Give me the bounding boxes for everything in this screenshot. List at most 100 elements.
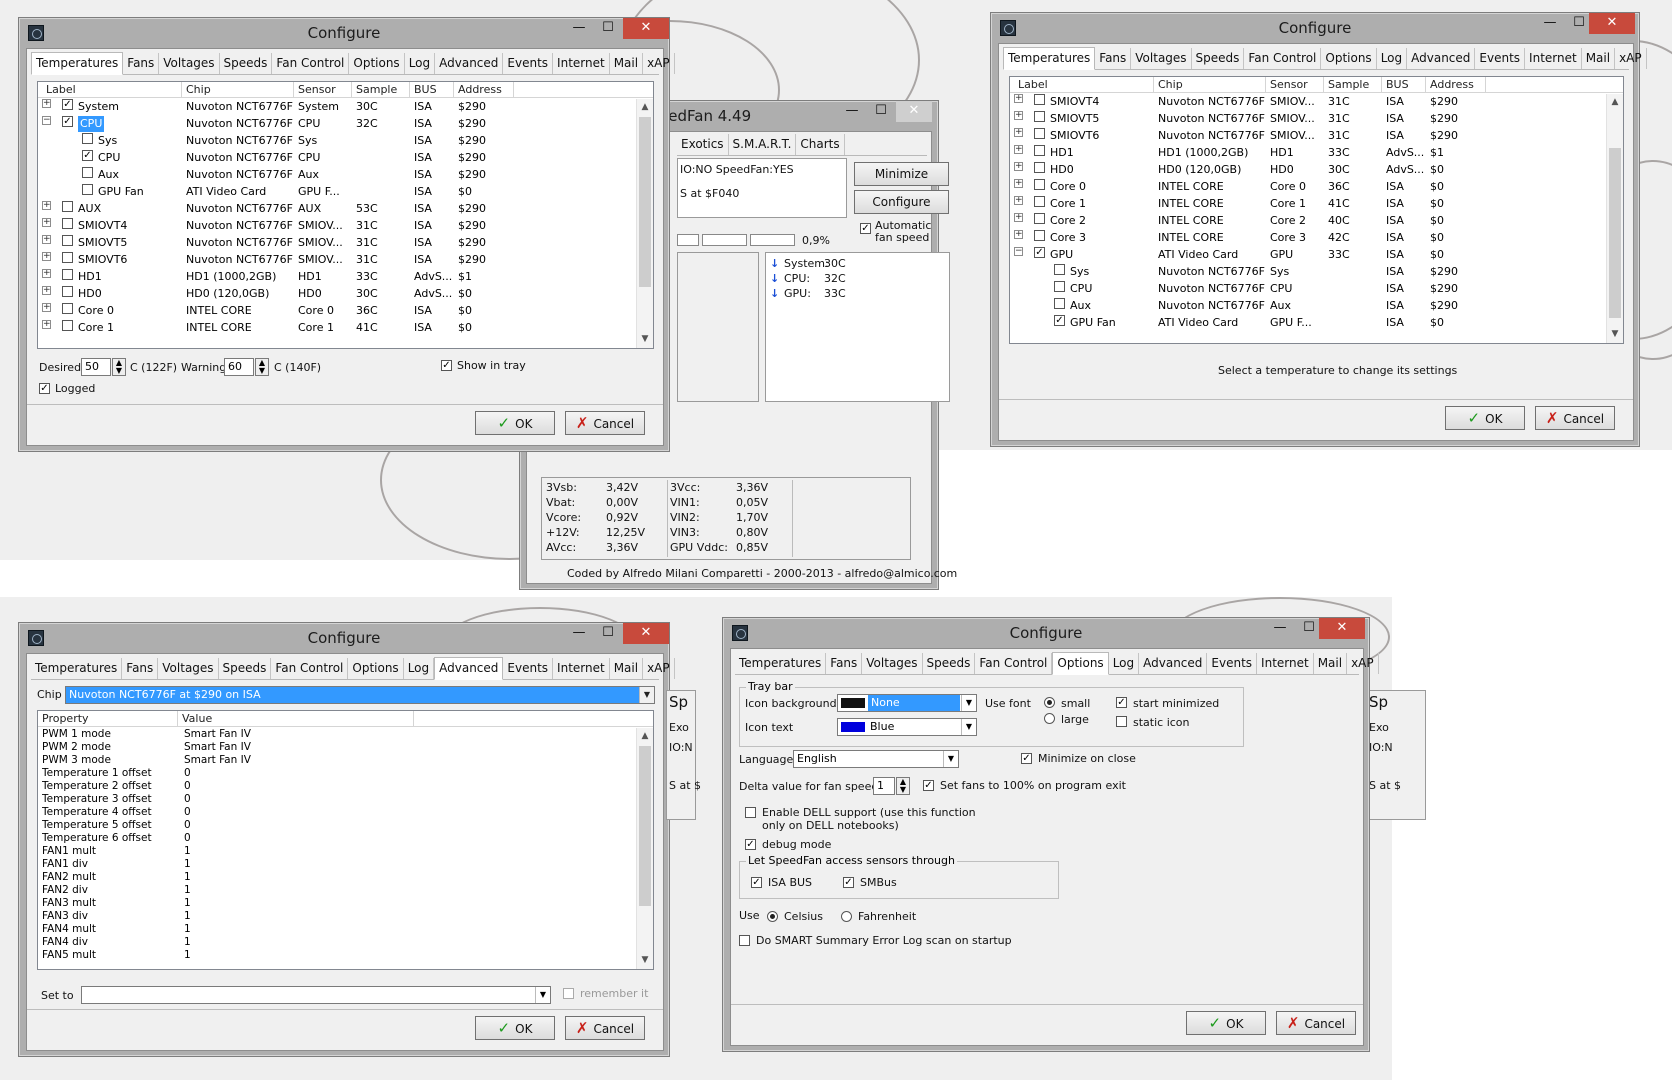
- dell-support-checkbox[interactable]: [745, 807, 756, 818]
- start-minimized-checkbox[interactable]: ✓: [1116, 697, 1127, 708]
- table-row[interactable]: + HD0 HD0 (120,0GB) HD0 30C AdvS... $0: [38, 286, 633, 303]
- maximize-window-button[interactable]: ☐: [1297, 618, 1321, 639]
- chip-select[interactable]: Nuvoton NCT6776F at $290 on ISA ▼: [65, 686, 655, 704]
- expand-toggle-icon[interactable]: +: [1014, 162, 1023, 171]
- table-row[interactable]: + SMIOVT4 Nuvoton NCT6776F SMIOV... 31C ISA $2…: [38, 218, 633, 235]
- minimize-window-button[interactable]: —: [1268, 618, 1292, 639]
- sensor-checkbox[interactable]: [1034, 162, 1045, 173]
- expand-toggle-icon[interactable]: −: [42, 116, 51, 125]
- table-row[interactable]: + SMIOVT6 Nuvoton NCT6776F SMIOV... 31C ISA $2…: [38, 252, 633, 269]
- tab-options[interactable]: Options: [348, 658, 404, 679]
- warning-temp-input[interactable]: 60: [224, 358, 254, 376]
- desired-temp-input[interactable]: 50: [81, 358, 111, 376]
- sensor-checkbox[interactable]: [1034, 94, 1045, 105]
- close-window-button[interactable]: ✕: [623, 18, 669, 39]
- expand-toggle-icon[interactable]: +: [42, 235, 51, 244]
- set-fans-100-checkbox[interactable]: ✓: [923, 780, 934, 791]
- tab-fans[interactable]: Fans: [122, 658, 159, 679]
- expand-toggle-icon[interactable]: +: [1014, 145, 1023, 154]
- vertical-scrollbar[interactable]: ▲ ▼: [636, 728, 653, 969]
- set-to-select[interactable]: ▼: [81, 986, 551, 1004]
- column-header[interactable]: BUS: [1382, 77, 1426, 93]
- scroll-up-icon[interactable]: ▲: [1607, 94, 1623, 111]
- table-row[interactable]: + Core 2 INTEL CORE Core 2 40C ISA $0: [1010, 213, 1603, 230]
- column-header[interactable]: Label: [42, 82, 182, 98]
- tab-xap[interactable]: xAP: [1615, 48, 1647, 69]
- table-row[interactable]: + HD1 HD1 (1000,2GB) HD1 33C AdvS... $1: [38, 269, 633, 286]
- column-header[interactable]: Sensor: [1266, 77, 1324, 93]
- sensor-checkbox[interactable]: [62, 303, 73, 314]
- tab-events[interactable]: Events: [503, 658, 554, 679]
- property-row[interactable]: PWM 2 mode Smart Fan IV: [38, 741, 633, 754]
- temperature-list[interactable]: Label Chip Sensor Sample BUS Address + ✓ System N…: [37, 81, 654, 349]
- tab-internet[interactable]: Internet: [1257, 653, 1314, 674]
- column-header[interactable]: Address: [454, 82, 514, 98]
- tab-temperatures[interactable]: Temperatures: [31, 52, 124, 75]
- tab-options[interactable]: Options: [1052, 652, 1109, 675]
- logged-checkbox[interactable]: ✓: [39, 383, 50, 394]
- sensor-checkbox[interactable]: [1054, 281, 1065, 292]
- minimize-on-close-checkbox[interactable]: ✓: [1021, 753, 1032, 764]
- property-row[interactable]: FAN3 mult 1: [38, 897, 633, 910]
- tab-smart[interactable]: S.M.A.R.T.: [729, 134, 797, 155]
- tab-advanced[interactable]: Advanced: [434, 657, 504, 680]
- maximize-window-button[interactable]: ☐: [1567, 13, 1591, 34]
- tab-internet[interactable]: Internet: [553, 53, 610, 74]
- tab-xap[interactable]: xAP: [643, 658, 675, 679]
- tab-speeds[interactable]: Speeds: [219, 658, 272, 679]
- sensor-checkbox[interactable]: ✓: [62, 116, 73, 127]
- tab-speeds[interactable]: Speeds: [1192, 48, 1245, 69]
- cancel-button[interactable]: ✗ Cancel: [565, 411, 645, 435]
- close-window-button[interactable]: ✕: [1589, 13, 1635, 34]
- expand-toggle-icon[interactable]: +: [1014, 179, 1023, 188]
- property-row[interactable]: FAN2 div 1: [38, 884, 633, 897]
- column-header[interactable]: Address: [1426, 77, 1486, 93]
- property-row[interactable]: Temperature 2 offset 0: [38, 780, 633, 793]
- show-in-tray-checkbox[interactable]: ✓: [441, 360, 452, 371]
- table-row[interactable]: + AUX Nuvoton NCT6776F AUX 53C ISA $290: [38, 201, 633, 218]
- scroll-up-icon[interactable]: ▲: [637, 728, 653, 745]
- table-row[interactable]: + Core 3 INTEL CORE Core 3 42C ISA $0: [1010, 230, 1603, 247]
- sensor-checkbox[interactable]: [1034, 196, 1045, 207]
- sensor-checkbox[interactable]: [82, 167, 93, 178]
- isa-bus-checkbox[interactable]: ✓: [751, 877, 762, 888]
- expand-toggle-icon[interactable]: +: [1014, 196, 1023, 205]
- property-row[interactable]: FAN1 mult 1: [38, 845, 633, 858]
- tab-internet[interactable]: Internet: [1525, 48, 1582, 69]
- tab-voltages[interactable]: Voltages: [1131, 48, 1192, 69]
- sensor-checkbox[interactable]: [1034, 145, 1045, 156]
- table-row[interactable]: + HD1 HD1 (1000,2GB) HD1 33C AdvS... $1: [1010, 145, 1603, 162]
- icon-background-select[interactable]: None ▼: [837, 694, 977, 712]
- table-row[interactable]: − ✓ GPU ATI Video Card GPU 33C ISA $0: [1010, 247, 1603, 264]
- table-row[interactable]: GPU Fan ATI Video Card GPU F... ISA $0: [38, 184, 633, 201]
- expand-toggle-icon[interactable]: +: [42, 201, 51, 210]
- sensor-checkbox[interactable]: [82, 133, 93, 144]
- scroll-down-icon[interactable]: ▼: [637, 331, 653, 348]
- ok-button[interactable]: ✓ OK: [1445, 406, 1525, 430]
- scroll-down-icon[interactable]: ▼: [637, 952, 653, 969]
- tab-log[interactable]: Log: [1109, 653, 1140, 674]
- sensor-checkbox[interactable]: [62, 269, 73, 280]
- tab-voltages[interactable]: Voltages: [159, 53, 220, 74]
- warning-temp-spinner[interactable]: ▲ ▼: [255, 358, 269, 376]
- column-header[interactable]: Chip: [182, 82, 294, 98]
- minimize-window-button[interactable]: —: [1538, 13, 1562, 34]
- ok-button[interactable]: ✓ OK: [475, 1016, 555, 1040]
- table-row[interactable]: Sys Nuvoton NCT6776F Sys ISA $290: [1010, 264, 1603, 281]
- vertical-scrollbar[interactable]: ▲ ▼: [1606, 94, 1623, 343]
- expand-toggle-icon[interactable]: +: [1014, 213, 1023, 222]
- scroll-thumb[interactable]: [639, 117, 651, 287]
- sensor-checkbox[interactable]: [62, 320, 73, 331]
- tab-events[interactable]: Events: [1207, 653, 1258, 674]
- sensor-checkbox[interactable]: [62, 286, 73, 297]
- table-row[interactable]: + SMIOVT4 Nuvoton NCT6776F SMIOV... 31C ISA $2…: [1010, 94, 1603, 111]
- tab-fans[interactable]: Fans: [826, 653, 863, 674]
- sensor-checkbox[interactable]: [1034, 213, 1045, 224]
- property-row[interactable]: FAN4 mult 1: [38, 923, 633, 936]
- tab-advanced[interactable]: Advanced: [435, 53, 504, 74]
- scroll-down-icon[interactable]: ▼: [1607, 326, 1623, 343]
- delta-fan-spinner[interactable]: ▲ ▼: [896, 777, 910, 795]
- expand-toggle-icon[interactable]: +: [42, 269, 51, 278]
- property-row[interactable]: Temperature 4 offset 0: [38, 806, 633, 819]
- tab-temperatures[interactable]: Temperatures: [1003, 47, 1096, 70]
